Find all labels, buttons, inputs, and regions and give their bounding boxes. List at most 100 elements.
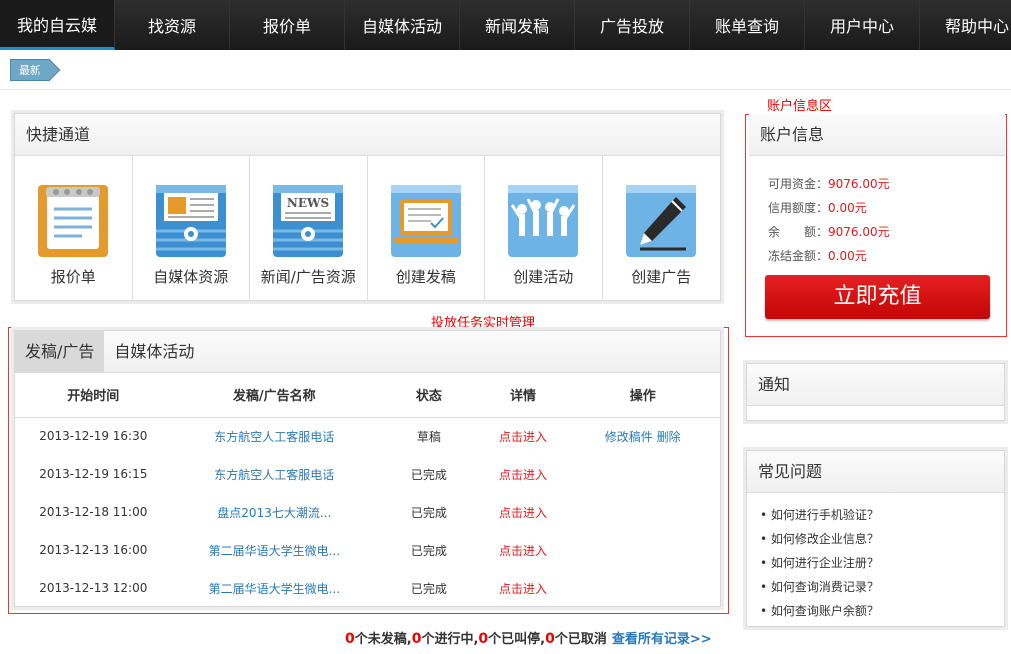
row-operations[interactable]: 修改稿件 删除 bbox=[565, 417, 720, 455]
notice-panel: 通知 bbox=[746, 363, 1005, 421]
faq-title: 常见问题 bbox=[747, 451, 1004, 493]
tab-release-ad[interactable]: 发稿/广告 bbox=[15, 331, 105, 372]
quick-access-panel: 快捷通道 报价单 自媒体资源 NEWS 新闻/广告资源 创建发稿 创建活动 创建… bbox=[14, 113, 721, 301]
col-status: 状态 bbox=[377, 373, 481, 418]
row-name-link[interactable]: 第二届华语大学生微电... bbox=[172, 531, 377, 569]
col-start-time: 开始时间 bbox=[15, 373, 172, 418]
nav-item-find-resources[interactable]: 找资源 bbox=[115, 0, 230, 50]
media-resource-icon bbox=[155, 185, 226, 257]
news-icon: NEWS bbox=[273, 185, 344, 257]
row-time: 2013-12-18 11:00 bbox=[39, 505, 148, 519]
recharge-button[interactable]: 立即充值 bbox=[765, 275, 990, 319]
nav-item-user-center[interactable]: 用户中心 bbox=[805, 0, 920, 50]
row-status: 已完成 bbox=[410, 581, 447, 596]
paused-count: 0 bbox=[478, 631, 489, 647]
table-row: 2013-12-19 16:30 东方航空人工客服电话 草稿 点击进入 修改稿件… bbox=[15, 417, 720, 455]
row-name-link[interactable]: 第二届华语大学生微电... bbox=[172, 569, 377, 607]
account-info-title: 账户信息 bbox=[749, 114, 1005, 156]
faq-item[interactable]: • 如何进行企业注册？ bbox=[760, 551, 1004, 575]
tab-media-activity[interactable]: 自媒体活动 bbox=[104, 331, 204, 372]
available-funds-row: 可用资金：9076.00元 bbox=[768, 177, 890, 191]
row-detail-link[interactable]: 点击进入 bbox=[481, 417, 566, 455]
notice-title: 通知 bbox=[747, 364, 1004, 406]
table-row: 2013-12-18 11:00 盘点2013七大潮流... 已完成 点击进入 bbox=[15, 493, 720, 531]
svg-text:NEWS: NEWS bbox=[287, 196, 329, 210]
cancelled-label: 个已取消 bbox=[554, 632, 607, 647]
col-name: 发稿/广告名称 bbox=[171, 373, 377, 418]
row-operations bbox=[565, 531, 720, 569]
unsent-label: 个未发稿, bbox=[354, 632, 412, 647]
row-name-link[interactable]: 东方航空人工客服电话 bbox=[172, 417, 377, 455]
running-count: 0 bbox=[411, 631, 422, 647]
view-all-records-link[interactable]: 查看所有记录>> bbox=[612, 632, 712, 647]
row-status: 已完成 bbox=[410, 505, 447, 520]
quick-access-title: 快捷通道 bbox=[15, 114, 720, 156]
row-status: 已完成 bbox=[410, 467, 447, 482]
faq-item[interactable]: • 如何查询账户余额？ bbox=[760, 599, 1004, 623]
frozen-amount-row: 冻结金额：0.00元 bbox=[768, 249, 867, 263]
notepad-icon bbox=[38, 185, 109, 257]
faq-item[interactable]: • 如何查询消费记录？ bbox=[760, 575, 1004, 599]
row-name-link[interactable]: 东方航空人工客服电话 bbox=[172, 455, 377, 493]
row-operations bbox=[565, 569, 720, 607]
breadcrumb[interactable]: 最新 bbox=[10, 59, 50, 81]
unsent-count: 0 bbox=[345, 631, 355, 647]
table-row: 2013-12-13 12:00 第二届华语大学生微电... 已完成 点击进入 bbox=[15, 569, 720, 607]
row-time: 2013-12-13 12:00 bbox=[39, 581, 148, 595]
quick-item-create-ad[interactable]: 创建广告 bbox=[603, 156, 721, 301]
account-info-panel: 账户信息 可用资金：9076.00元 信用额度：0.00元 余 额：9076.0… bbox=[749, 114, 1005, 331]
row-operations bbox=[565, 455, 720, 493]
account-area-annotation: 账户信息区 bbox=[767, 99, 833, 114]
quick-label-media-resource: 自媒体资源 bbox=[153, 268, 229, 286]
task-table: 开始时间 发稿/广告名称 状态 详情 操作 2013-12-19 16:30 东… bbox=[15, 373, 720, 607]
row-operations bbox=[565, 493, 720, 531]
nav-item-ad-placement[interactable]: 广告投放 bbox=[575, 0, 690, 50]
row-detail-link[interactable]: 点击进入 bbox=[481, 531, 566, 569]
running-label: 个进行中, bbox=[421, 632, 479, 647]
col-detail: 详情 bbox=[480, 373, 566, 418]
quick-label-create-release: 创建发稿 bbox=[395, 268, 456, 286]
quick-item-media-resource[interactable]: 自媒体资源 bbox=[133, 156, 250, 301]
quick-label-quote: 报价单 bbox=[50, 268, 96, 286]
quick-label-create-ad: 创建广告 bbox=[631, 268, 692, 286]
table-row: 2013-12-13 16:00 第二届华语大学生微电... 已完成 点击进入 bbox=[15, 531, 720, 569]
table-row: 2013-12-19 16:15 东方航空人工客服电话 已完成 点击进入 bbox=[15, 455, 720, 493]
row-status: 已完成 bbox=[410, 543, 447, 558]
breadcrumb-bar: 最新 bbox=[0, 50, 1011, 90]
quick-label-create-activity: 创建活动 bbox=[513, 268, 574, 286]
pencil-icon bbox=[626, 185, 697, 257]
quick-item-create-release[interactable]: 创建发稿 bbox=[368, 156, 485, 301]
faq-item[interactable]: • 如何进行手机验证？ bbox=[760, 503, 1004, 527]
row-detail-link[interactable]: 点击进入 bbox=[481, 569, 566, 607]
quick-label-news-resource: 新闻/广告资源 bbox=[260, 268, 356, 286]
balance-value: 9076.00元 bbox=[828, 225, 890, 239]
faq-item[interactable]: • 如何修改企业信息？ bbox=[760, 527, 1004, 551]
task-summary: 0个未发稿,0个进行中,0个已叫停,0个已取消 查看所有记录>> bbox=[345, 628, 712, 647]
nav-item-billing[interactable]: 账单查询 bbox=[690, 0, 805, 50]
quick-item-quote[interactable]: 报价单 bbox=[15, 156, 133, 301]
crowd-icon bbox=[508, 185, 579, 257]
row-detail-link[interactable]: 点击进入 bbox=[481, 493, 566, 531]
nav-item-media-activity[interactable]: 自媒体活动 bbox=[345, 0, 460, 50]
task-table-header: 开始时间 发稿/广告名称 状态 详情 操作 bbox=[15, 373, 720, 418]
laptop-check-icon bbox=[390, 185, 461, 257]
row-time: 2013-12-13 16:00 bbox=[39, 543, 148, 557]
row-name-link[interactable]: 盘点2013七大潮流... bbox=[172, 493, 377, 531]
nav-item-news-release[interactable]: 新闻发稿 bbox=[460, 0, 575, 50]
row-status: 草稿 bbox=[416, 429, 441, 444]
frozen-amount-value: 0.00元 bbox=[828, 249, 867, 263]
top-nav: 我的自云媒 找资源 报价单 自媒体活动 新闻发稿 广告投放 账单查询 用户中心 … bbox=[0, 0, 1011, 50]
task-tabs: 发稿/广告 自媒体活动 bbox=[15, 331, 720, 373]
row-detail-link[interactable]: 点击进入 bbox=[481, 455, 566, 493]
credit-limit-row: 信用额度：0.00元 bbox=[768, 201, 867, 215]
nav-item-help-center[interactable]: 帮助中心 bbox=[920, 0, 1011, 50]
credit-limit-value: 0.00元 bbox=[828, 201, 867, 215]
quick-item-create-activity[interactable]: 创建活动 bbox=[485, 156, 603, 301]
task-management-panel: 发稿/广告 自媒体活动 开始时间 发稿/广告名称 状态 详情 操作 2013-1… bbox=[14, 330, 721, 607]
quick-item-news-resource[interactable]: NEWS 新闻/广告资源 bbox=[250, 156, 368, 301]
cancelled-count: 0 bbox=[545, 631, 555, 647]
nav-item-my-media[interactable]: 我的自云媒 bbox=[0, 0, 115, 50]
row-time: 2013-12-19 16:15 bbox=[39, 467, 148, 481]
row-time: 2013-12-19 16:30 bbox=[39, 429, 148, 444]
nav-item-quote[interactable]: 报价单 bbox=[230, 0, 345, 50]
